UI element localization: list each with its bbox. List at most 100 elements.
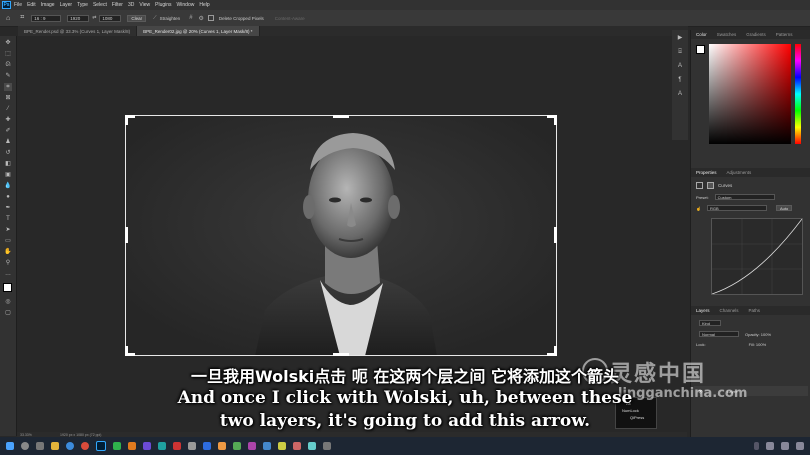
blur-tool-icon[interactable]: 💧 — [4, 182, 12, 190]
quick-select-tool-icon[interactable]: ✎ — [4, 72, 12, 80]
shape-tool-icon[interactable]: ▭ — [4, 237, 12, 245]
app-icon-7[interactable] — [203, 442, 211, 450]
hue-slider[interactable] — [795, 44, 801, 144]
tab-color[interactable]: Color — [691, 32, 712, 37]
tab-gradients[interactable]: Gradients — [741, 32, 771, 37]
quick-mask-icon[interactable]: ◎ — [4, 298, 12, 306]
tab-layers[interactable]: Layers — [691, 308, 715, 313]
brush-tool-icon[interactable]: ✐ — [4, 127, 12, 135]
app-icon-3[interactable] — [143, 442, 151, 450]
menu-filter[interactable]: Filter — [112, 2, 123, 8]
menu-window[interactable]: Window — [177, 2, 195, 8]
swap-icon[interactable]: ⇄ — [92, 15, 96, 21]
straighten-icon[interactable]: ⟋ — [153, 15, 157, 21]
crop-handle-right[interactable] — [554, 227, 557, 243]
app-icon-14[interactable] — [308, 442, 316, 450]
chrome-icon[interactable] — [81, 442, 89, 450]
foreground-color-swatch[interactable] — [3, 283, 12, 292]
delete-cropped-checkbox[interactable] — [207, 15, 214, 21]
marquee-tool-icon[interactable]: ⬚ — [4, 50, 12, 58]
crop-tool-icon[interactable]: ⌗ — [20, 14, 24, 22]
app-icon-1[interactable] — [113, 442, 121, 450]
tab-document-1[interactable]: BPE_Render.psd @ 33.3% (Curves 1, Layer … — [18, 26, 138, 36]
crop-handle-left[interactable] — [125, 227, 128, 243]
libraries-icon[interactable]: ⌸ — [676, 48, 684, 56]
mask-icon[interactable] — [707, 182, 714, 189]
menu-layer[interactable]: Layer — [60, 2, 73, 8]
history-brush-icon[interactable]: ↺ — [4, 149, 12, 157]
network-icon[interactable] — [766, 442, 774, 450]
app-icon-8[interactable] — [218, 442, 226, 450]
clear-button[interactable]: Clear — [127, 14, 147, 22]
curves-graph[interactable] — [711, 218, 803, 295]
home-icon[interactable]: ⌂ — [6, 15, 10, 22]
color-swatch-fg[interactable] — [696, 45, 705, 54]
paragraph-panel-icon[interactable]: ¶ — [676, 76, 684, 84]
pen-tool-icon[interactable]: ✒ — [4, 204, 12, 212]
more-tools-icon[interactable]: … — [4, 270, 12, 278]
straighten-label[interactable]: Straighten — [160, 16, 181, 21]
layer-kind-filter[interactable]: Kind — [699, 320, 721, 326]
width-field[interactable]: 1920 — [67, 14, 90, 22]
menu-help[interactable]: Help — [199, 2, 209, 8]
content-aware-label[interactable]: Content-Aware — [275, 16, 305, 21]
tab-adjustments[interactable]: Adjustments — [722, 170, 757, 175]
app-icon-12[interactable] — [278, 442, 286, 450]
crop-settings-icon[interactable]: ⚙ — [199, 15, 204, 22]
lasso-tool-icon[interactable]: ᘏ — [4, 61, 12, 69]
type-tool-icon[interactable]: T — [4, 215, 12, 223]
tray-chevron-icon[interactable] — [754, 442, 759, 450]
path-select-icon[interactable]: ➤ — [4, 226, 12, 234]
character-panel-icon[interactable]: A — [676, 62, 684, 70]
zoom-level[interactable]: 33.33% — [20, 433, 50, 437]
tab-paths[interactable]: Paths — [744, 308, 766, 313]
crop-tool-icon-active[interactable]: ⌗ — [4, 83, 12, 91]
menu-type[interactable]: Type — [77, 2, 88, 8]
auto-button[interactable]: Auto — [775, 205, 793, 211]
app-icon-6[interactable] — [188, 442, 196, 450]
app-icon-13[interactable] — [293, 442, 301, 450]
app-icon-10[interactable] — [248, 442, 256, 450]
app-icon-2[interactable] — [128, 442, 136, 450]
tab-channels[interactable]: Channels — [715, 308, 744, 313]
photoshop-taskbar-icon[interactable] — [96, 441, 106, 451]
tab-patterns[interactable]: Patterns — [771, 32, 798, 37]
color-picker-field[interactable] — [709, 44, 791, 144]
file-explorer-icon[interactable] — [51, 442, 59, 450]
height-field[interactable]: 1080 — [99, 14, 122, 22]
app-icon-9[interactable] — [233, 442, 241, 450]
fill-field[interactable]: Fill: 100% — [749, 342, 767, 347]
task-view-icon[interactable] — [36, 442, 44, 450]
menu-select[interactable]: Select — [93, 2, 107, 8]
menu-image[interactable]: Image — [41, 2, 55, 8]
tab-document-2[interactable]: BPE_Render02.jpg @ 20% (Curves 1, Layer … — [137, 26, 260, 36]
crop-handle-bottom[interactable] — [333, 353, 349, 356]
dodge-tool-icon[interactable]: ● — [4, 193, 12, 201]
gradient-tool-icon[interactable]: ▣ — [4, 171, 12, 179]
menu-plugins[interactable]: Plugins — [155, 2, 171, 8]
tab-properties[interactable]: Properties — [691, 170, 722, 175]
menu-file[interactable]: File — [14, 2, 22, 8]
ratio-select[interactable]: 16 : 9 — [31, 14, 62, 22]
menu-3d[interactable]: 3D — [128, 2, 134, 8]
hand-tool-icon[interactable]: ✋ — [4, 248, 12, 256]
eyedropper-tool-icon[interactable]: ⁄ — [4, 105, 12, 113]
glyphs-icon[interactable]: A — [676, 90, 684, 98]
app-icon-4[interactable] — [158, 442, 166, 450]
windows-start-icon[interactable] — [6, 442, 14, 450]
grid-overlay-icon[interactable]: # — [189, 15, 192, 21]
crop-handle-top[interactable] — [333, 115, 349, 118]
app-icon-15[interactable] — [323, 442, 331, 450]
menu-view[interactable]: View — [139, 2, 150, 8]
notifications-icon[interactable] — [796, 442, 804, 450]
history-panel-icon[interactable]: ▶ — [676, 34, 684, 42]
eraser-tool-icon[interactable]: ◧ — [4, 160, 12, 168]
channel-select[interactable]: RGB — [706, 205, 767, 211]
canvas-image[interactable] — [125, 115, 557, 356]
menu-edit[interactable]: Edit — [27, 2, 36, 8]
volume-icon[interactable] — [781, 442, 789, 450]
stamp-tool-icon[interactable]: ♟ — [4, 138, 12, 146]
screen-mode-icon[interactable]: ▢ — [4, 309, 12, 317]
hand-adjust-icon[interactable]: ☝ — [696, 206, 701, 211]
frame-tool-icon[interactable]: ⊠ — [4, 94, 12, 102]
